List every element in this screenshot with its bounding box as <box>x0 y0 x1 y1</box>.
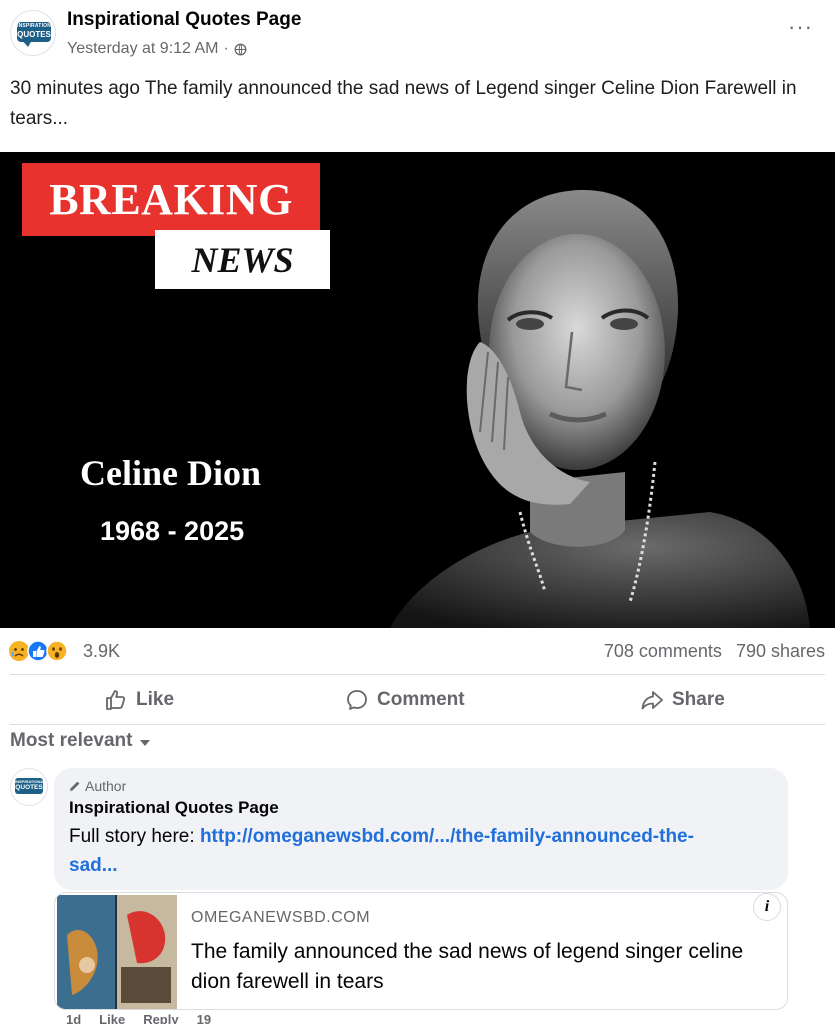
commenter-avatar[interactable]: INSPIRATIONAL QUOTES <box>10 768 48 806</box>
comment-sort-dropdown[interactable]: Most relevant <box>10 730 151 752</box>
link-preview-card[interactable]: OMEGANEWSBD.COM The family announced the… <box>54 892 788 1010</box>
like-button[interactable]: Like <box>104 684 174 716</box>
comment-text-prefix: Full story here: <box>69 826 200 847</box>
sort-label: Most relevant <box>10 730 133 751</box>
portrait-photo <box>390 189 810 628</box>
like-label: Like <box>136 689 175 710</box>
wow-reaction-icon <box>46 640 68 662</box>
like-reaction-icon <box>27 640 49 662</box>
news-banner: NEWS <box>155 230 330 289</box>
comment-reaction-count[interactable]: 19 <box>197 1012 211 1024</box>
post-image[interactable]: BREAKING NEWS Celine Dion 1968 - 2025 <box>0 152 835 628</box>
subject-name: Celine Dion <box>80 453 262 493</box>
thumbs-up-icon <box>106 690 126 710</box>
comment-like-button[interactable]: Like <box>99 1012 125 1024</box>
link-domain: OMEGANEWSBD.COM <box>191 909 371 926</box>
comment-reply-button[interactable]: Reply <box>143 1012 178 1024</box>
share-count[interactable]: 790 shares <box>736 641 825 662</box>
pencil-icon <box>70 781 80 791</box>
sad-reaction-icon <box>9 641 29 661</box>
share-button[interactable]: Share <box>640 684 725 716</box>
post-header: INSPIRATIONAL QUOTES Inspirational Quote… <box>0 0 835 66</box>
reaction-icons[interactable] <box>8 640 80 662</box>
info-icon[interactable]: i <box>753 893 781 921</box>
post-timestamp[interactable]: Yesterday at 9:12 AM <box>67 40 219 58</box>
avatar-logo-text-top: INSPIRATIONAL <box>17 23 56 29</box>
comment-bubble: Author Inspirational Quotes Page Full st… <box>54 768 788 890</box>
avatar-logo-text-bottom: QUOTES <box>15 784 43 791</box>
subject-years: 1968 - 2025 <box>100 516 245 546</box>
breaking-banner: BREAKING <box>22 163 320 236</box>
post-actions: Like Comment Share <box>0 678 835 722</box>
globe-icon <box>234 43 247 55</box>
comment-author[interactable]: Inspirational Quotes Page <box>69 798 279 818</box>
link-thumbnail <box>57 895 177 1009</box>
post-meta: Yesterday at 9:12 AM · <box>67 40 247 58</box>
share-icon <box>641 691 663 710</box>
author-badge: Author <box>69 778 126 794</box>
comment-text: Full story here: http://omeganewsbd.com/… <box>69 822 709 880</box>
comment-icon <box>347 690 367 710</box>
author-badge-label: Author <box>85 778 127 794</box>
more-options-button[interactable]: ··· <box>788 16 813 38</box>
comment-age[interactable]: 1d <box>66 1012 81 1024</box>
page-name[interactable]: Inspirational Quotes Page <box>67 9 301 31</box>
comment-button[interactable]: Comment <box>345 684 465 716</box>
comment-count[interactable]: 708 comments <box>604 641 722 662</box>
page-avatar[interactable]: INSPIRATIONAL QUOTES <box>10 10 56 56</box>
divider <box>10 724 825 725</box>
comment-label: Comment <box>377 689 465 710</box>
avatar-logo-text-bottom: QUOTES <box>17 30 51 39</box>
post-caption: 30 minutes ago The family announced the … <box>10 78 797 129</box>
share-label: Share <box>672 689 725 710</box>
comment-footer: 1d Like Reply 19 <box>66 1012 211 1024</box>
meta-separator: · <box>223 40 229 57</box>
caret-down-icon <box>140 739 151 746</box>
link-title[interactable]: The family announced the sad news of leg… <box>191 937 751 997</box>
reaction-count[interactable]: 3.9K <box>83 641 120 662</box>
divider <box>10 674 825 675</box>
reaction-stats: 3.9K 708 comments 790 shares <box>0 632 835 672</box>
